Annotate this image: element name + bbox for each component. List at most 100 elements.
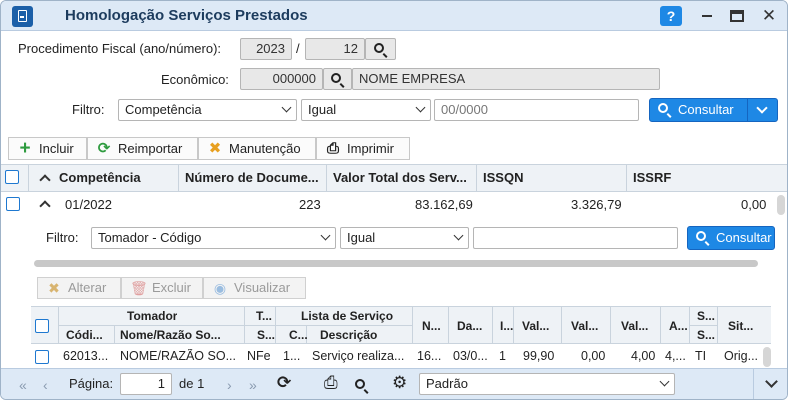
title-bar: Homologação Serviços Prestados ? ✕ [1,1,787,31]
filtro-operator-select[interactable]: Igual [301,99,431,121]
col-valor-1[interactable]: Val... [522,319,549,333]
col-numero-documento[interactable]: Número de Docume... [179,165,327,191]
col-descricao[interactable]: Descrição [320,328,377,342]
detail-select-all-checkbox[interactable] [35,319,49,333]
procedimento-label: Procedimento Fiscal (ano/número): [18,41,222,56]
chevron-up-icon [39,174,51,186]
col-situacao[interactable]: Sit... [728,319,753,333]
maximize-button[interactable] [726,6,748,26]
filtro-field-select[interactable]: Competência [118,99,297,121]
col-valor-total[interactable]: Valor Total dos Serv... [327,165,477,191]
reimportar-button[interactable]: ⟳ Reimportar [87,137,198,160]
col-codigo[interactable]: Códi... [66,328,112,342]
col-a[interactable]: A... [669,319,688,333]
detail-vertical-scrollbar[interactable] [763,347,771,367]
select-all-checkbox[interactable] [5,170,19,184]
col-issrf[interactable]: ISSRF [627,165,787,191]
page-total-label: de 1 [179,376,205,391]
tools-icon: ✖ [208,140,222,157]
pager-bar: « ‹ Página: 1 de 1 › » ⟳ ⎙ ⚙ Padrão [1,368,787,399]
close-button[interactable]: ✕ [758,6,780,26]
incluir-button[interactable]: + Incluir [8,137,87,160]
collapse-row-icon[interactable] [39,200,51,212]
page-number-input[interactable]: 1 [120,373,172,395]
detail-filtro-field-select[interactable]: Tomador - Código [91,227,336,249]
row-checkbox[interactable] [6,197,20,211]
gear-icon[interactable]: ⚙ [392,374,407,391]
cell-valor-total: 83.162,69 [415,197,473,212]
expand-chevron-down-icon[interactable] [765,375,778,388]
pagina-label: Página: [69,376,114,391]
group-t: T... [256,309,273,323]
next-page-icon[interactable]: › [227,378,241,392]
select-all-cell [1,165,29,191]
search-icon[interactable] [355,379,365,389]
col-n[interactable]: N... [422,319,441,333]
col-c[interactable]: C... [289,328,308,342]
imprimir-button[interactable]: ⎙ Imprimir [316,137,410,160]
chevron-down-icon [320,230,331,241]
grid-vertical-scrollbar[interactable] [777,195,785,215]
layout-select[interactable]: Padrão [419,373,675,395]
chevron-down-icon [659,376,670,387]
table-row[interactable]: 01/2022 223 83.162,69 3.326,79 0,00 [1,193,771,217]
window-title: Homologação Serviços Prestados [65,7,308,24]
first-page-icon[interactable]: « [19,378,33,392]
search-icon [374,43,384,53]
help-button[interactable]: ? [660,6,682,26]
col-valor-3[interactable]: Val... [621,319,648,333]
last-page-icon[interactable]: » [249,378,263,392]
consultar-dropdown-toggle[interactable] [747,99,777,121]
col-i[interactable]: I... [500,319,513,333]
col-data[interactable]: Da... [457,319,482,333]
minimize-button[interactable] [696,6,718,26]
plus-icon: + [19,138,31,159]
search-economico-button[interactable] [323,68,352,90]
prev-page-icon[interactable]: ‹ [43,378,57,392]
col-valor-2[interactable]: Val... [571,319,598,333]
trash-icon: 🗑 [130,280,148,296]
detail-row-checkbox[interactable] [35,350,49,364]
col-s2-bottom[interactable]: S... [697,328,715,342]
filtro-label: Filtro: [72,102,105,117]
printer-icon: ⎙ [326,140,339,157]
economico-label: Econômico: [161,72,229,87]
col-s[interactable]: S... [257,328,275,342]
consultar-button[interactable]: Consultar [649,98,778,122]
numero-field[interactable]: 12 [305,38,365,60]
excluir-button[interactable]: 🗑 Excluir [121,277,203,299]
detail-filtro-label: Filtro: [46,230,79,245]
cell-issrf: 0,00 [741,197,767,212]
refresh-icon[interactable]: ⟳ [277,374,291,391]
search-icon [658,103,668,113]
minimize-icon [702,15,712,17]
detail-filtro-value-input[interactable] [473,227,678,249]
col-nome[interactable]: Nome/Razão So... [120,328,242,342]
manutencao-button[interactable]: ✖ Manutenção [198,137,316,160]
ano-field[interactable]: 2023 [240,38,292,60]
window: Homologação Serviços Prestados ? ✕ Proce… [0,0,788,400]
empresa-field: NOME EMPRESA [352,68,660,90]
economico-field[interactable]: 000000 [240,68,323,90]
cell-numero: 223 [299,197,321,212]
detail-filtro-operator-select[interactable]: Igual [340,227,469,249]
cell-issqn: 3.326,79 [571,197,622,212]
detail-grid-header: Tomador T... Lista de Serviço Códi... No… [31,306,771,344]
chevron-down-icon [453,230,464,241]
group-lista-servico: Lista de Serviço [301,309,394,323]
grid-header: Competência Número de Docume... Valor To… [1,164,787,192]
refresh-icon: ⟳ [97,140,111,157]
chevron-down-icon [415,102,426,113]
detail-consultar-button[interactable]: Consultar [687,226,775,250]
maximize-icon [730,10,744,22]
alterar-button[interactable]: ✖ Alterar [37,277,121,299]
col-s2-top[interactable]: S... [697,309,715,323]
col-competencia[interactable]: Competência [29,165,179,191]
chevron-down-icon [281,102,292,113]
printer-icon[interactable]: ⎙ [324,374,338,391]
search-procedimento-button[interactable] [365,38,396,60]
filtro-value-input[interactable]: 00/0000 [434,99,639,121]
col-issqn[interactable]: ISSQN [477,165,627,191]
visualizar-button[interactable]: ◉ Visualizar [203,277,306,299]
detail-horizontal-scrollbar[interactable] [34,260,758,267]
